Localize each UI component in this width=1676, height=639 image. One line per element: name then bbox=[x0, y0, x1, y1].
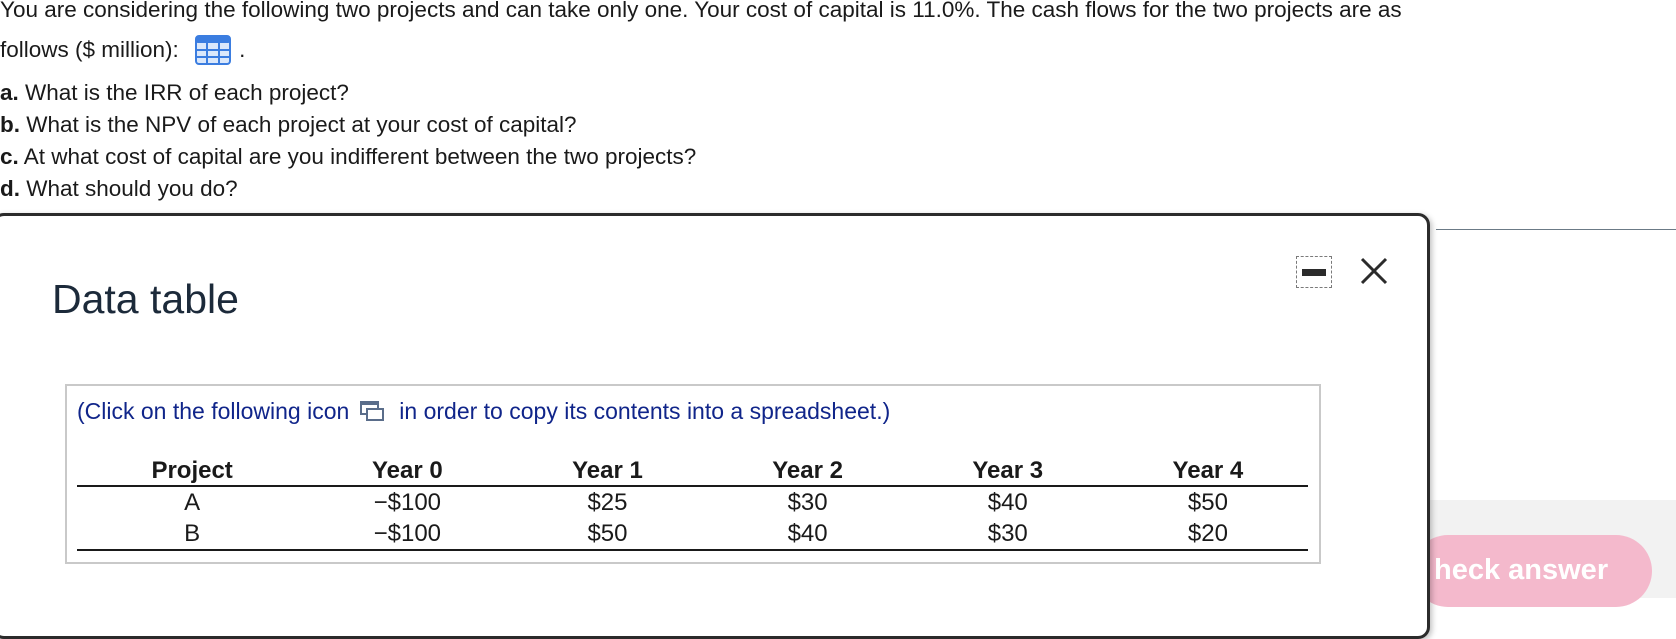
header-year-1: Year 1 bbox=[507, 452, 708, 487]
cell-year-3: $30 bbox=[907, 518, 1108, 551]
cell-year-4: $50 bbox=[1187, 488, 1228, 516]
question-parts: a. What is the IRR of each project? b. W… bbox=[0, 77, 696, 205]
table-row: A −$100 $25 $30 $40 $50 bbox=[77, 486, 1308, 518]
header-project: Project bbox=[77, 452, 308, 487]
header-year-3: Year 3 bbox=[907, 452, 1108, 487]
cell-year-0: −$100 bbox=[373, 488, 442, 516]
cell-year-0: −$100 bbox=[307, 518, 508, 551]
table-header-row: Project Year 0 Year 1 Year 2 Year 3 Year… bbox=[77, 452, 1308, 487]
cell-year-2: $40 bbox=[707, 518, 908, 551]
question-part-c: c. At what cost of capital are you indif… bbox=[0, 144, 697, 169]
question-line-1: You are considering the following two pr… bbox=[0, 0, 1402, 22]
minimize-bar bbox=[1302, 269, 1326, 276]
data-table-dialog: Data table (Click on the following icon … bbox=[0, 213, 1430, 639]
copy-to-spreadsheet-icon[interactable] bbox=[359, 400, 385, 422]
check-answer-button[interactable]: heck answer bbox=[1412, 535, 1652, 607]
question-text: You are considering the following two pr… bbox=[0, 0, 1660, 70]
dialog-title: Data table bbox=[52, 276, 239, 322]
question-line-2: follows ($ million): . bbox=[0, 30, 1660, 70]
copy-note-before: (Click on the following icon bbox=[77, 398, 350, 424]
question-part-b: b. What is the NPV of each project at yo… bbox=[0, 112, 577, 137]
copy-note-after: in order to copy its contents into a spr… bbox=[399, 398, 891, 424]
cell-year-3: $40 bbox=[987, 488, 1028, 516]
cell-year-1: $25 bbox=[587, 488, 628, 516]
question-line-2-period: . bbox=[239, 37, 246, 62]
data-table-container: (Click on the following icon in order to… bbox=[65, 384, 1321, 564]
question-part-a: a. What is the IRR of each project? bbox=[0, 80, 349, 105]
spreadsheet-grid-icon[interactable] bbox=[195, 35, 232, 65]
minimize-icon[interactable] bbox=[1296, 256, 1332, 288]
table-row: B −$100 $50 $40 $30 $20 bbox=[77, 518, 1308, 551]
cell-project: A bbox=[184, 488, 201, 516]
cell-year-1: $50 bbox=[507, 518, 708, 551]
cell-year-4: $20 bbox=[1107, 518, 1308, 551]
cell-project: B bbox=[77, 518, 308, 551]
header-year-4: Year 4 bbox=[1107, 452, 1308, 487]
header-year-0: Year 0 bbox=[307, 452, 508, 487]
cash-flow-table: Project Year 0 Year 1 Year 2 Year 3 Year… bbox=[77, 452, 1308, 551]
cell-year-2: $30 bbox=[787, 488, 828, 516]
question-part-d: d. What should you do? bbox=[0, 176, 238, 201]
close-icon[interactable] bbox=[1355, 252, 1393, 290]
divider-line bbox=[1436, 229, 1676, 230]
copy-instructions: (Click on the following icon in order to… bbox=[77, 398, 890, 425]
question-line-2-text: follows ($ million): bbox=[0, 37, 179, 62]
header-year-2: Year 2 bbox=[707, 452, 908, 487]
